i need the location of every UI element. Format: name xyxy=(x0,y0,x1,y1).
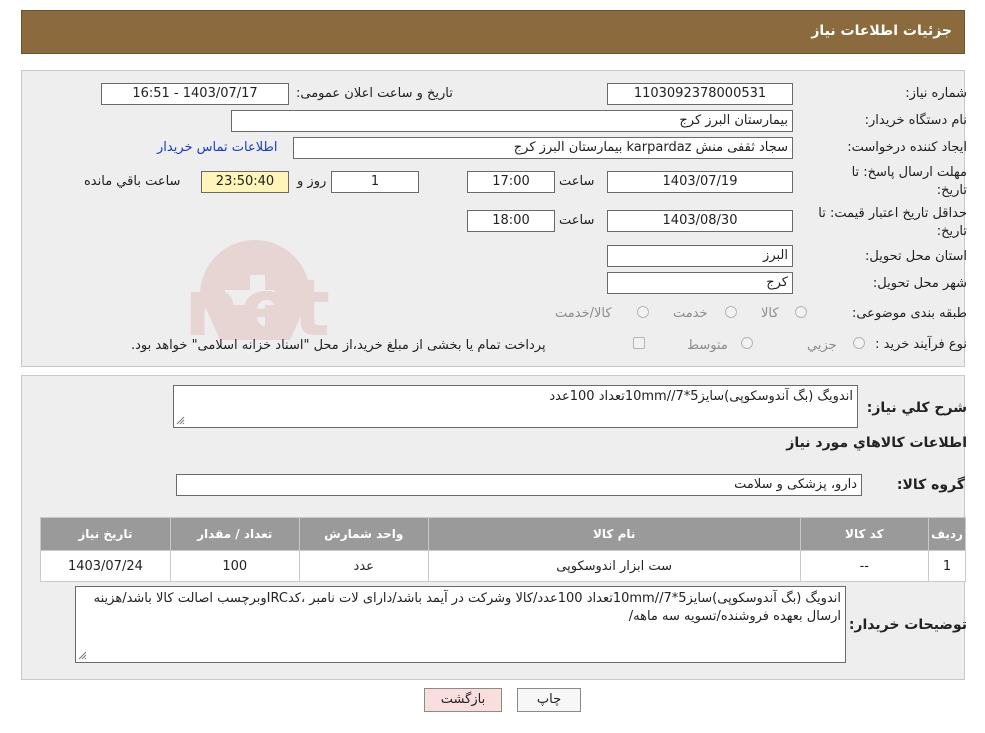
category-service-label: خدمت xyxy=(673,306,708,321)
col-header-item-code: کد کالا xyxy=(799,517,930,551)
print-button[interactable]: چاپ xyxy=(517,688,581,712)
page-header: جزئیات اطلاعات نیاز xyxy=(21,10,965,54)
deadline-label-date: تاریخ: xyxy=(936,183,967,198)
category-goods-radio[interactable] xyxy=(795,306,807,318)
need-number-field: 1103092378000531 xyxy=(607,83,793,105)
price-validity-label-date: تاریخ: xyxy=(936,224,967,239)
deadline-label: مهلت ارسال پاسخ: تا xyxy=(851,165,967,180)
category-service-radio[interactable] xyxy=(725,306,737,318)
category-goods-label: کالا xyxy=(761,306,779,321)
resize-grip-icon xyxy=(176,416,185,425)
announce-datetime-label: تاریخ و ساعت اعلان عمومی: xyxy=(296,86,453,101)
city-field: کرج xyxy=(607,272,793,294)
process-minor-radio[interactable] xyxy=(853,337,865,349)
cell-quantity: 100 xyxy=(169,550,300,582)
col-header-row-number: رديف xyxy=(928,517,966,551)
remaining-time-field: 23:50:40 xyxy=(201,171,289,193)
category-goods-service-radio[interactable] xyxy=(637,306,649,318)
buyer-notes-label: توضیحات خریدار: xyxy=(848,617,967,633)
deadline-time-label: ساعت xyxy=(559,174,595,189)
process-minor-label: جزيي xyxy=(807,338,837,353)
province-label: استان محل تحویل: xyxy=(865,249,967,264)
category-label: طبقه بندی موضوعی: xyxy=(851,306,967,321)
col-header-item-name: نام کالا xyxy=(427,517,801,551)
back-button[interactable]: بازگشت xyxy=(424,688,502,712)
remaining-days-field: 1 xyxy=(331,171,419,193)
price-validity-label: حداقل تاریخ اعتبار قیمت: تا xyxy=(818,206,967,221)
category-goods-service-label: کالا/خدمت xyxy=(555,306,612,321)
price-validity-time-field: 18:00 xyxy=(467,210,555,232)
cell-need-date: 1403/07/24 xyxy=(40,550,171,582)
goods-group-field: دارو، پزشکی و سلامت xyxy=(176,474,862,496)
days-label: روز و xyxy=(297,174,327,189)
process-type-label: نوع فرآیند خرید : xyxy=(875,337,967,352)
items-table: رديف کد کالا نام کالا واحد شمارش تعداد /… xyxy=(40,517,966,582)
page-title: جزئیات اطلاعات نیاز xyxy=(811,23,952,39)
creator-label: ایجاد کننده درخواست: xyxy=(847,140,967,155)
buyer-contact-link[interactable]: اطلاعات تماس خریدار xyxy=(157,140,277,155)
cell-item-code: -- xyxy=(799,550,930,582)
need-summary-textarea[interactable]: اندویگ (بگ آندوسکوپی)سایز5*10mm//7تعداد … xyxy=(173,385,858,428)
province-field: البرز xyxy=(607,245,793,267)
buyer-notes-textarea[interactable]: اندویگ (بگ آندوسکوپی)سایز5*10mm//7تعداد … xyxy=(75,586,846,663)
items-table-header-row: رديف کد کالا نام کالا واحد شمارش تعداد /… xyxy=(40,517,966,551)
col-header-need-date: تاریخ نیاز xyxy=(40,517,171,551)
buyer-org-label: نام دستگاه خریدار: xyxy=(864,113,967,128)
price-validity-time-label: ساعت xyxy=(559,213,595,228)
resize-grip-icon xyxy=(78,651,87,660)
col-header-unit: واحد شمارش xyxy=(298,517,429,551)
announce-datetime-field: 1403/07/17 - 16:51 xyxy=(101,83,289,105)
cell-unit: عدد xyxy=(298,550,429,582)
process-medium-radio[interactable] xyxy=(741,337,753,349)
deadline-date-field: 1403/07/19 xyxy=(607,171,793,193)
need-summary-label: شرح کلي نياز: xyxy=(866,400,967,416)
deadline-time-field: 17:00 xyxy=(467,171,555,193)
treasury-payment-checkbox[interactable] xyxy=(633,337,645,349)
buyer-org-field: بیمارستان البرز کرج xyxy=(231,110,793,132)
goods-group-label: گروه کالا: xyxy=(896,477,965,493)
remaining-time-label: ساعت باقي مانده xyxy=(84,174,181,189)
treasury-payment-note: پرداخت تمام یا بخشی از مبلغ خرید،از محل … xyxy=(131,338,546,353)
process-medium-label: متوسط xyxy=(687,338,728,353)
city-label: شهر محل تحویل: xyxy=(872,276,967,291)
price-validity-date-field: 1403/08/30 xyxy=(607,210,793,232)
creator-field: سجاد ثقفی منش karpardaz بیمارستان البرز … xyxy=(293,137,793,159)
col-header-quantity: تعداد / مقدار xyxy=(169,517,300,551)
cell-item-name: ست ابزار اندوسکوپی xyxy=(427,550,801,582)
cell-row-number: 1 xyxy=(928,550,966,582)
need-number-label: شماره نیاز: xyxy=(905,86,967,101)
items-section-title: اطلاعات کالاهاي مورد نياز xyxy=(786,435,967,451)
table-row: 1 -- ست ابزار اندوسکوپی عدد 100 1403/07/… xyxy=(40,550,966,582)
